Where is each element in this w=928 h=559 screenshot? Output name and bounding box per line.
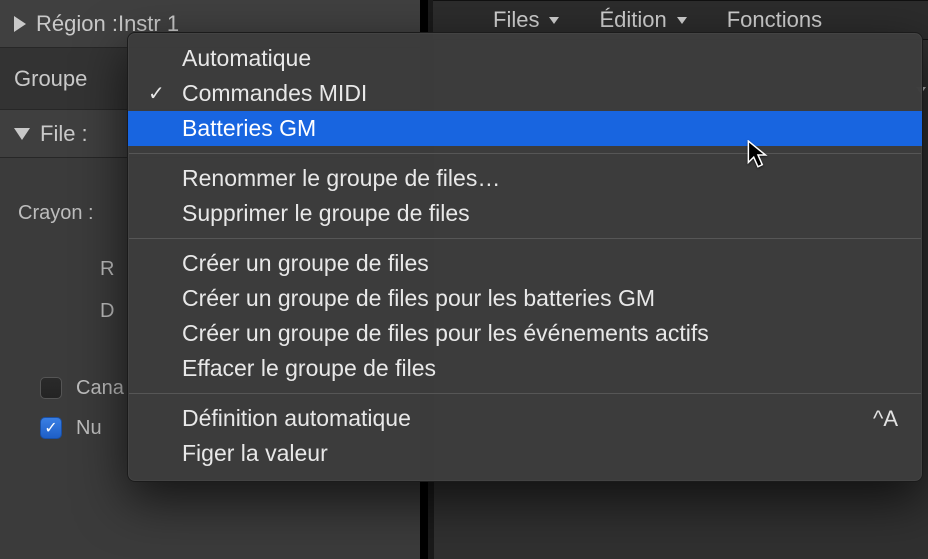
tab-files-label: Files <box>493 7 539 33</box>
menu-item[interactable]: Automatique <box>128 41 922 76</box>
menu-item-label: Supprimer le groupe de files <box>182 200 470 227</box>
menu-item[interactable]: Créer un groupe de files pour les batter… <box>128 281 922 316</box>
menu-item-label: Créer un groupe de files pour les événem… <box>182 320 709 347</box>
menu-item[interactable]: Définition automatique ^A <box>128 401 922 436</box>
nu-label: Nu <box>76 417 102 440</box>
cana-label: Cana <box>76 377 124 400</box>
tab-functions[interactable]: Fonctions <box>727 7 822 33</box>
region-label: Région : <box>36 11 118 37</box>
tab-files[interactable]: Files <box>493 7 559 33</box>
menu-item[interactable]: ✓ Commandes MIDI <box>128 76 922 111</box>
menu-separator <box>129 153 921 154</box>
menu-item[interactable]: Batteries GM <box>128 111 922 146</box>
tab-functions-label: Fonctions <box>727 7 822 33</box>
checkbox-unchecked-icon[interactable] <box>40 377 62 399</box>
disclosure-right-icon <box>14 16 26 32</box>
context-menu: Automatique ✓ Commandes MIDI Batteries GM Re… <box>127 32 923 482</box>
menu-item-label: Batteries GM <box>182 115 316 142</box>
menu-separator <box>129 393 921 394</box>
menu-item[interactable]: Créer un groupe de files <box>128 246 922 281</box>
param-r-label: R <box>100 258 114 281</box>
checkbox-checked-icon[interactable]: ✓ <box>40 417 62 439</box>
disclosure-down-icon <box>14 128 30 140</box>
menu-item[interactable]: Effacer le groupe de files <box>128 351 922 386</box>
menu-item-label: Automatique <box>182 45 311 72</box>
menu-item-label: Commandes MIDI <box>182 80 367 107</box>
menu-item-label: Définition automatique <box>182 405 411 432</box>
group-label: Groupe <box>14 66 87 92</box>
chevron-down-icon <box>677 17 687 24</box>
menu-separator <box>129 238 921 239</box>
menu-item[interactable]: Créer un groupe de files pour les événem… <box>128 316 922 351</box>
check-icon: ✓ <box>148 81 165 106</box>
chevron-down-icon <box>549 17 559 24</box>
menu-item-label: Créer un groupe de files pour les batter… <box>182 285 655 312</box>
param-d-label: D <box>100 300 114 323</box>
menu-item-label: Renommer le groupe de files… <box>182 165 500 192</box>
menu-item-shortcut: ^A <box>873 406 898 432</box>
menu-item[interactable]: Figer la valeur <box>128 436 922 471</box>
tab-edit-label: Édition <box>599 7 666 33</box>
file-label: File : <box>40 121 88 147</box>
menu-item[interactable]: Supprimer le groupe de files <box>128 196 922 231</box>
menu-item[interactable]: Renommer le groupe de files… <box>128 161 922 196</box>
menu-item-label: Figer la valeur <box>182 440 328 467</box>
crayon-label: Crayon : <box>18 202 94 225</box>
menu-item-label: Créer un groupe de files <box>182 250 429 277</box>
menu-item-label: Effacer le groupe de files <box>182 355 436 382</box>
tab-edit[interactable]: Édition <box>599 7 686 33</box>
